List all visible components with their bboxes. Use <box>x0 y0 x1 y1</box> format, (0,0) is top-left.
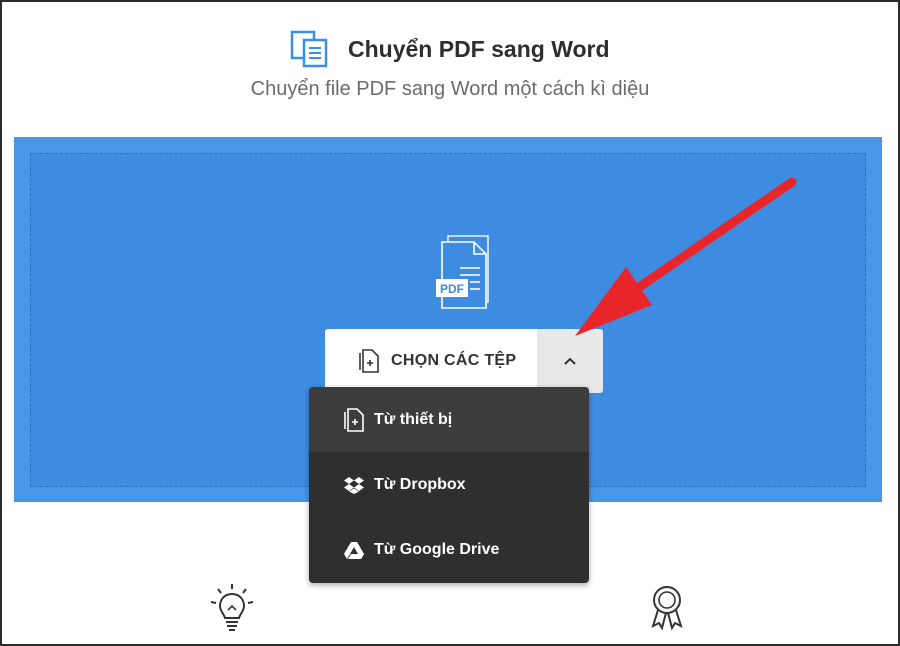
award-ribbon-icon <box>647 582 687 630</box>
page: Chuyển PDF sang Word Chuyển file PDF san… <box>2 2 898 644</box>
lightbulb-icon <box>209 582 255 632</box>
screenshot-frame: Chuyển PDF sang Word Chuyển file PDF san… <box>0 0 900 646</box>
annotation-arrow-icon <box>575 177 797 336</box>
